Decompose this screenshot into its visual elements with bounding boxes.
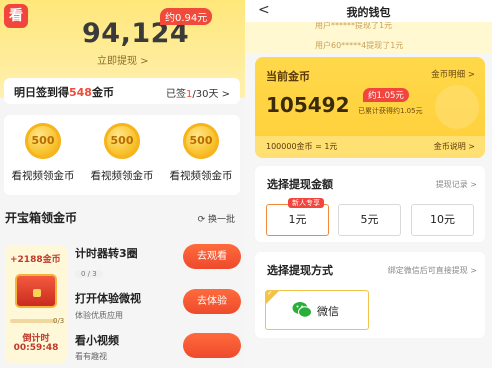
chest-coin-reward: +2188金币: [10, 255, 61, 265]
ticker-line: 用户60*****4提现了1元: [315, 41, 404, 50]
exchange-rate: 100000金币 = 1元: [266, 142, 338, 151]
amount-option-10[interactable]: 10元: [411, 204, 474, 236]
page-title: 我的钱包: [346, 6, 391, 19]
wallet-panel: < 我的钱包 用户******提现了1元 用户60*****4提现了1元 当前金…: [245, 0, 492, 368]
treasure-chest-icon: [15, 274, 57, 308]
chest-progress-count: 0/3: [53, 317, 65, 325]
chest-progress-bar: [10, 319, 56, 323]
coin-help-link[interactable]: 金币说明 >: [434, 141, 475, 152]
task-action-button[interactable]: [183, 333, 241, 358]
method-section-title: 选择提现方式: [267, 264, 333, 277]
gold-coin-icon: 500: [25, 123, 61, 159]
wechat-label: 微信: [317, 305, 339, 318]
video-coin-task-label: 看视频领金币: [11, 170, 75, 182]
signin-status: 已签1/30天 >: [166, 85, 230, 100]
chest-lock-icon: [33, 289, 41, 297]
amount-option-1[interactable]: 1元: [266, 204, 329, 236]
refresh-icon: ⟳: [197, 215, 208, 225]
signin-amount: 548: [69, 86, 92, 99]
video-coin-tasks: 500 看视频领金币 500 看视频领金币 500 看视频领金币: [4, 115, 240, 195]
signin-suffix: 金币: [91, 86, 114, 99]
chest-section-title: 开宝箱领金币: [5, 211, 78, 225]
signin-status-suffix: /30天 >: [192, 89, 230, 100]
wechat-icon: [292, 302, 312, 318]
check-icon: ✓: [267, 290, 273, 297]
gold-coin-icon: 500: [183, 123, 219, 159]
wallet-nav-bar: < 我的钱包: [245, 0, 492, 22]
coins-earned-total: 已累计获得约1.05元: [358, 107, 423, 115]
video-coin-task-label: 看视频领金币: [169, 170, 233, 182]
task-progress: 0 / 3: [75, 270, 103, 278]
balance-value-badge: 约0.94元: [160, 8, 213, 25]
current-coins-value: 105492: [266, 93, 350, 117]
withdraw-method-section: 选择提现方式 绑定微信后可直接提现 > ✓ 微信: [255, 252, 485, 338]
refresh-batch-button[interactable]: ⟳ 换一批: [198, 212, 235, 225]
withdraw-history-link[interactable]: 提现记录 >: [436, 179, 477, 190]
signin-prefix: 明日签到得: [14, 86, 69, 99]
current-coins-title: 当前金币: [266, 70, 310, 83]
amount-section-title: 选择提现金额: [267, 178, 333, 191]
refresh-label: 换一批: [207, 215, 235, 225]
coin-decoration-icon: [435, 85, 479, 129]
go-try-button[interactable]: 去体验: [183, 289, 241, 314]
app-logo-icon: 看: [4, 4, 28, 28]
new-user-tag: 新人专享: [288, 198, 324, 208]
ticker-line: 用户******提现了1元: [315, 22, 393, 30]
signin-status-prefix: 已签: [165, 89, 186, 100]
withdraw-now-link[interactable]: 立即提现 >: [97, 52, 149, 67]
withdraw-ticker: 用户******提现了1元 用户60*****4提现了1元: [245, 22, 492, 54]
gold-coin-icon: 500: [104, 123, 140, 159]
video-coin-task[interactable]: 500 看视频领金币: [4, 123, 82, 183]
withdraw-amount-section: 选择提现金额 提现记录 > 1元 5元 10元 新人专享: [255, 166, 485, 242]
video-coin-task[interactable]: 500 看视频领金币: [83, 123, 161, 183]
video-coin-task-label: 看视频领金币: [90, 170, 154, 182]
coin-details-link[interactable]: 金币明细 >: [431, 68, 475, 80]
signin-bar[interactable]: 明日签到得548金币 已签1/30天 >: [4, 78, 240, 104]
signin-reward-text: 明日签到得548金币: [14, 84, 114, 100]
go-watch-button[interactable]: 去观看: [183, 244, 241, 269]
video-coin-task[interactable]: 500 看视频领金币: [162, 123, 240, 183]
current-coins-card: 当前金币 金币明细 > 约1.05元 105492 已累计获得约1.05元 10…: [255, 57, 485, 158]
chest-section-header: 开宝箱领金币 ⟳ 换一批: [0, 203, 245, 231]
rewards-panel: 看 94,124 约0.94元 立即提现 > 明日签到得548金币 已签1/30…: [0, 0, 245, 368]
amount-option-5[interactable]: 5元: [338, 204, 401, 236]
treasure-chest-card[interactable]: +2188金币 0/3 倒计时 00:59:48: [5, 245, 67, 363]
wechat-method-option[interactable]: ✓ 微信: [265, 290, 369, 330]
coin-card-footer: 100000金币 = 1元 金币说明 >: [255, 136, 485, 158]
countdown-timer: 00:59:48: [13, 343, 59, 353]
coin-value-badge: 约1.05元: [363, 88, 409, 102]
bind-wechat-link[interactable]: 绑定微信后可直接提现 >: [388, 265, 477, 276]
